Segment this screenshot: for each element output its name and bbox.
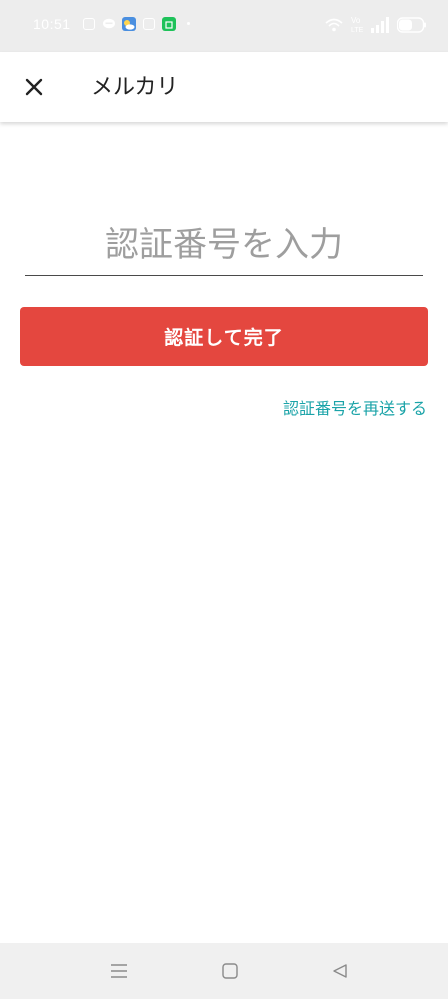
wifi-icon	[325, 18, 343, 32]
home-button[interactable]	[216, 957, 244, 985]
status-time: 10:51	[33, 16, 71, 32]
resend-code-link[interactable]: 認証番号を再送する	[283, 395, 427, 419]
back-button[interactable]	[326, 957, 354, 985]
instagram-icon	[143, 18, 155, 30]
menu-icon[interactable]	[110, 963, 128, 979]
status-bar: 10:51 Vo LTE	[0, 0, 448, 52]
close-button[interactable]	[14, 67, 54, 107]
signal-icon	[371, 17, 389, 33]
verify-complete-button[interactable]: 認証して完了	[20, 307, 428, 366]
system-nav-bar	[0, 943, 448, 999]
menu-button[interactable]	[105, 957, 133, 985]
volte-label: Vo	[351, 16, 361, 25]
battery-icon	[397, 17, 426, 33]
close-icon[interactable]	[24, 77, 44, 97]
volte-icon: Vo LTE	[351, 16, 364, 34]
home-icon[interactable]	[222, 963, 238, 979]
chat-icon	[103, 18, 115, 29]
app-bar: メルカリ	[0, 52, 448, 122]
calendar-icon	[162, 17, 176, 31]
instagram-icon	[83, 18, 95, 30]
weather-icon	[122, 17, 136, 31]
page-title: メルカリ	[91, 75, 179, 100]
verification-code-input[interactable]	[25, 215, 423, 276]
svg-text:LTE: LTE	[351, 27, 364, 34]
back-icon[interactable]	[332, 963, 348, 979]
notification-dot	[187, 22, 190, 25]
